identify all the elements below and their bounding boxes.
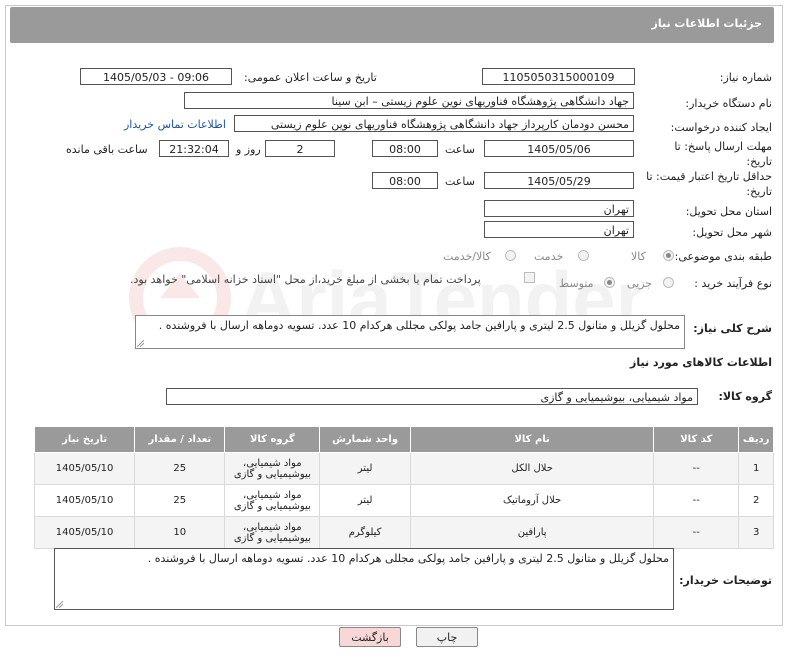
- city-label: شهر محل تحویل:: [692, 226, 772, 239]
- table-row: 3 -- پارافین کیلوگرم مواد شیمیایی، بیوشی…: [33, 516, 774, 549]
- summary-label: شرح کلی نیاز:: [693, 322, 772, 335]
- announce-field: 1405/05/03 - 09:06: [80, 68, 232, 85]
- cell-group: مواد شیمیایی، بیوشیمیایی و گازی: [224, 484, 321, 517]
- remaining-time-field: 21:32:04: [159, 140, 229, 157]
- buyer-notes-text: محلول گزیلل و متانول 2.5 لیتری و پارافین…: [147, 552, 669, 565]
- buyer-notes-label: توضیحات خریدار:: [679, 574, 772, 587]
- cell-date: 1405/05/10: [33, 452, 136, 485]
- payment-note: پرداخت تمام یا بخشی از مبلغ خرید،از محل …: [130, 273, 481, 286]
- payment-checkbox[interactable]: [524, 272, 535, 283]
- remaining-label: ساعت باقی مانده: [66, 143, 148, 156]
- buyer-notes-textarea: محلول گزیلل و متانول 2.5 لیتری و پارافین…: [54, 548, 674, 610]
- cell-name: حلال الکل: [409, 452, 655, 485]
- cell-date: 1405/05/10: [33, 484, 136, 517]
- cell-qty: 25: [134, 484, 226, 517]
- cell-row: 1: [738, 452, 774, 485]
- cell-unit: کیلوگرم: [319, 516, 411, 549]
- th-group: گروه کالا: [224, 426, 321, 453]
- deadline-time-field: 08:00: [372, 140, 438, 157]
- purchase-option-medium: متوسط: [559, 277, 594, 290]
- deadline-label: مهلت ارسال پاسخ: تا تاریخ:: [674, 140, 772, 168]
- th-name: نام کالا: [409, 426, 655, 453]
- cell-qty: 10: [134, 516, 226, 549]
- panel-header: جزئیات اطلاعات نیاز: [10, 7, 774, 43]
- th-date: تاریخ نیاز: [33, 426, 136, 453]
- th-code: کد کالا: [653, 426, 740, 453]
- purchase-radio-medium[interactable]: [604, 277, 615, 288]
- cell-code: --: [653, 516, 740, 549]
- days-label: روز و: [236, 143, 261, 156]
- category-radio-both[interactable]: [505, 250, 516, 261]
- cell-name: حلال آروماتیک: [409, 484, 655, 517]
- validity-label: حداقل تاریخ اعتبار قیمت: تا تاریخ:: [646, 170, 772, 198]
- purchase-option-minor: جزیی: [627, 277, 653, 290]
- cell-name: پارافین: [409, 516, 655, 549]
- cell-group: مواد شیمیایی، بیوشیمیایی و گازی: [224, 452, 321, 485]
- th-unit: واحد شمارش: [319, 426, 411, 453]
- table-header-row: ردیف کد کالا نام کالا واحد شمارش گروه کا…: [33, 426, 774, 453]
- cell-code: --: [653, 452, 740, 485]
- deadline-time-label: ساعت: [445, 143, 475, 156]
- table-row: 1 -- حلال الکل لیتر مواد شیمیایی، بیوشیم…: [33, 452, 774, 485]
- cell-qty: 25: [134, 452, 226, 485]
- table-row: 2 -- حلال آروماتیک لیتر مواد شیمیایی، بی…: [33, 484, 774, 517]
- summary-textarea: محلول گزیلل و متانول 2.5 لیتری و پارافین…: [135, 315, 685, 349]
- resize-grip-icon[interactable]: [137, 340, 144, 347]
- purchase-type-label: نوع فرآیند خرید :: [694, 277, 772, 290]
- cell-date: 1405/05/10: [33, 516, 136, 549]
- city-field: تهران: [484, 221, 634, 238]
- creator-field: محسن دودمان کارپرداز جهاد دانشگاهی پژوهش…: [234, 115, 634, 132]
- category-radio-goods[interactable]: [663, 250, 674, 261]
- need-number-label: شماره نیاز:: [719, 71, 772, 84]
- buyer-org-field: جهاد دانشگاهی پژوهشگاه فناوریهای نوین عل…: [184, 92, 634, 109]
- cell-group: مواد شیمیایی، بیوشیمیایی و گازی: [224, 516, 321, 549]
- contact-buyer-link[interactable]: اطلاعات تماس خریدار: [124, 118, 226, 131]
- purchase-radio-minor[interactable]: [663, 277, 674, 288]
- panel-title: جزئیات اطلاعات نیاز: [651, 17, 763, 30]
- th-qty: تعداد / مقدار: [134, 426, 226, 453]
- cell-unit: لیتر: [319, 484, 411, 517]
- cell-row: 2: [738, 484, 774, 517]
- category-option-goods: کالا: [631, 250, 646, 263]
- th-row: ردیف: [738, 426, 774, 453]
- summary-text: محلول گزیلل و متانول 2.5 لیتری و پارافین…: [158, 319, 680, 332]
- need-number-field: 1105050315000109: [482, 68, 635, 85]
- goods-info-title: اطلاعات کالاهای مورد نیاز: [630, 356, 772, 369]
- print-button[interactable]: چاپ: [416, 627, 478, 647]
- category-option-service: خدمت: [534, 250, 564, 263]
- announce-label: تاریخ و ساعت اعلان عمومی:: [244, 71, 377, 84]
- deadline-date-field: 1405/05/06: [484, 140, 634, 157]
- validity-date-field: 1405/05/29: [484, 172, 634, 189]
- validity-time-field: 08:00: [372, 172, 438, 189]
- category-option-both: کالا/خدمت: [443, 250, 491, 263]
- cell-row: 3: [738, 516, 774, 549]
- back-button[interactable]: بازگشت: [339, 627, 401, 647]
- goods-group-label: گروه کالا:: [718, 390, 772, 403]
- validity-time-label: ساعت: [445, 175, 475, 188]
- category-label: طبقه بندی موضوعی:: [674, 250, 772, 263]
- province-field: تهران: [484, 200, 634, 217]
- province-label: استان محل تحویل:: [685, 205, 772, 218]
- category-radio-service[interactable]: [578, 250, 589, 261]
- cell-code: --: [653, 484, 740, 517]
- days-field: 2: [265, 140, 335, 157]
- goods-group-field: مواد شیمیایی، بیوشیمیایی و گازی: [166, 388, 698, 405]
- items-table: ردیف کد کالا نام کالا واحد شمارش گروه کا…: [33, 426, 774, 549]
- cell-unit: لیتر: [319, 452, 411, 485]
- buyer-org-label: نام دستگاه خریدار:: [685, 97, 772, 110]
- creator-label: ایجاد کننده درخواست:: [670, 121, 772, 134]
- resize-grip-icon[interactable]: [56, 601, 63, 608]
